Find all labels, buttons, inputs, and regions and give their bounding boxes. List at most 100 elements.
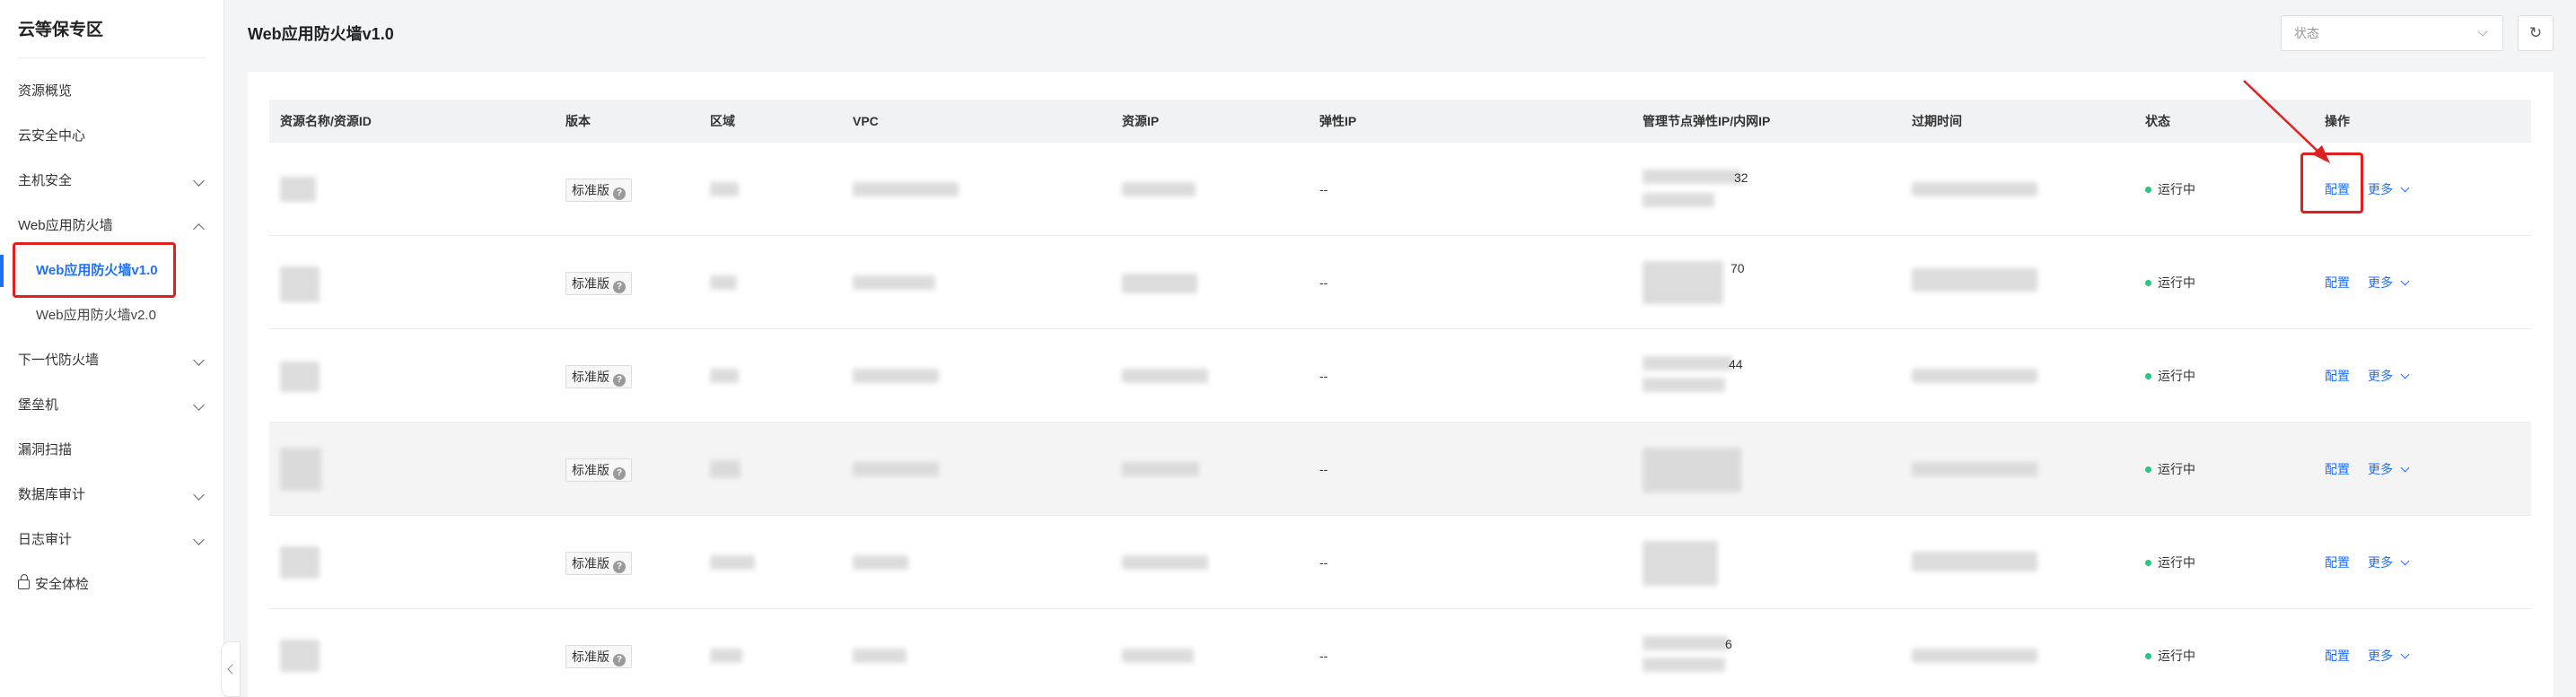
sidebar-item-label: 主机安全 bbox=[18, 173, 73, 188]
sidebar-item-log-audit[interactable]: 日志审计 bbox=[0, 518, 224, 562]
chevron-down-icon bbox=[2400, 556, 2410, 566]
redacted-resource-ip bbox=[1122, 649, 1194, 663]
refresh-button[interactable]: ↻ bbox=[2518, 15, 2554, 51]
table-header: 资源名称/资源ID 版本 区域 VPC 资源IP 弹性IP 管理节点弹性IP/内… bbox=[269, 100, 2531, 143]
status-filter-placeholder: 状态 bbox=[2294, 26, 2319, 40]
sidebar-item-security-check[interactable]: 安全体检 bbox=[0, 562, 224, 607]
sidebar-item-label: 云安全中心 bbox=[18, 128, 86, 144]
sidebar-item-ngfw[interactable]: 下一代防火墙 bbox=[0, 338, 224, 383]
chevron-down-icon bbox=[193, 399, 205, 411]
configure-button[interactable]: 配置 bbox=[2325, 516, 2350, 609]
chevron-down-icon bbox=[2400, 463, 2410, 473]
sidebar-collapse-button[interactable] bbox=[221, 641, 241, 697]
version-badge: 标准版? bbox=[565, 365, 632, 388]
redacted-vpc bbox=[853, 275, 935, 290]
chevron-down-icon bbox=[193, 354, 205, 366]
sidebar-item-label: 资源概览 bbox=[18, 83, 73, 99]
sidebar-nav: 资源概览 云安全中心 主机安全 Web应用防火墙 Web应用防火墙v1.0 We… bbox=[0, 69, 224, 607]
column-header-resource: 资源名称/资源ID bbox=[280, 114, 372, 128]
mgmt-ip-fragment: 44 bbox=[1729, 357, 1743, 371]
chevron-down-icon bbox=[193, 489, 205, 501]
status-dot bbox=[2145, 187, 2151, 193]
sidebar-item-db-audit[interactable]: 数据库审计 bbox=[0, 473, 224, 518]
redacted-expire-time bbox=[1912, 552, 2037, 571]
column-header-status: 状态 bbox=[2145, 114, 2170, 128]
more-dropdown[interactable]: 更多 bbox=[2368, 236, 2410, 329]
status-filter-select[interactable]: 状态 bbox=[2281, 15, 2503, 51]
redacted-mgmt-ip bbox=[1643, 541, 1718, 586]
sidebar-item-waf-v2[interactable]: Web应用防火墙v2.0 bbox=[0, 293, 224, 338]
redacted-resource bbox=[280, 177, 316, 202]
sidebar-item-label: 堡垒机 bbox=[18, 397, 59, 413]
mgmt-ip-fragment: 6 bbox=[1725, 637, 1732, 651]
status-badge: 运行中 bbox=[2145, 329, 2195, 423]
configure-button[interactable]: 配置 bbox=[2325, 329, 2350, 423]
help-icon[interactable]: ? bbox=[613, 187, 626, 200]
column-header-vpc: VPC bbox=[853, 114, 879, 128]
redacted-vpc bbox=[853, 462, 939, 476]
version-badge: 标准版? bbox=[565, 645, 632, 668]
sidebar-item-host-security[interactable]: 主机安全 bbox=[0, 159, 224, 204]
status-dot bbox=[2145, 560, 2151, 566]
redacted-resource bbox=[280, 362, 320, 392]
sidebar-item-label: 漏洞扫描 bbox=[18, 442, 73, 457]
redacted-resource bbox=[280, 266, 320, 302]
lock-icon bbox=[18, 574, 30, 589]
redacted-resource bbox=[280, 640, 320, 672]
column-header-version: 版本 bbox=[565, 114, 591, 128]
chevron-down-icon bbox=[2477, 26, 2488, 37]
chevron-down-icon bbox=[2400, 649, 2410, 659]
configure-button[interactable]: 配置 bbox=[2325, 423, 2350, 516]
redacted-vpc bbox=[853, 369, 939, 383]
status-badge: 运行中 bbox=[2145, 516, 2195, 609]
chevron-up-icon bbox=[193, 223, 205, 235]
sidebar-item-cloud-security-center[interactable]: 云安全中心 bbox=[0, 114, 224, 159]
chevron-down-icon bbox=[2400, 276, 2410, 286]
help-icon[interactable]: ? bbox=[613, 654, 626, 667]
redacted-region bbox=[710, 182, 739, 196]
sidebar-item-vuln-scan[interactable]: 漏洞扫描 bbox=[0, 428, 224, 473]
version-badge: 标准版? bbox=[565, 458, 632, 482]
eip-value: -- bbox=[1319, 649, 1328, 663]
help-icon[interactable]: ? bbox=[613, 467, 626, 480]
annotation-arrow-icon bbox=[2243, 80, 2330, 163]
redacted-mgmt-ip bbox=[1643, 170, 1741, 184]
help-icon[interactable]: ? bbox=[613, 374, 626, 387]
more-dropdown[interactable]: 更多 bbox=[2368, 143, 2410, 236]
redacted-vpc bbox=[853, 649, 907, 663]
more-dropdown[interactable]: 更多 bbox=[2368, 423, 2410, 516]
version-badge: 标准版? bbox=[565, 272, 632, 295]
column-header-mgmt-ip: 管理节点弹性IP/内网IP bbox=[1643, 114, 1771, 128]
configure-button[interactable]: 配置 bbox=[2325, 609, 2350, 697]
sidebar-item-resource-overview[interactable]: 资源概览 bbox=[0, 69, 224, 114]
sidebar-item-label: Web应用防火墙v2.0 bbox=[36, 308, 156, 323]
help-icon[interactable]: ? bbox=[613, 281, 626, 293]
redacted-internal-ip bbox=[1643, 658, 1725, 672]
brand-divider bbox=[18, 57, 206, 58]
redacted-resource-ip bbox=[1122, 555, 1208, 570]
help-icon[interactable]: ? bbox=[613, 561, 626, 573]
sidebar-item-bastion[interactable]: 堡垒机 bbox=[0, 383, 224, 428]
more-dropdown[interactable]: 更多 bbox=[2368, 516, 2410, 609]
redacted-region bbox=[710, 275, 737, 290]
more-dropdown[interactable]: 更多 bbox=[2368, 329, 2410, 423]
eip-value: -- bbox=[1319, 369, 1328, 383]
redacted-resource-ip bbox=[1122, 462, 1199, 476]
redacted-expire-time bbox=[1912, 649, 2037, 663]
sidebar-item-label: 日志审计 bbox=[18, 532, 73, 547]
configure-button[interactable]: 配置 bbox=[2325, 236, 2350, 329]
column-header-resource-ip: 资源IP bbox=[1122, 114, 1160, 128]
redacted-resource bbox=[280, 546, 320, 579]
version-badge: 标准版? bbox=[565, 179, 632, 202]
status-dot bbox=[2145, 653, 2151, 659]
mgmt-ip-fragment: 70 bbox=[1730, 261, 1745, 275]
redacted-mgmt-ip bbox=[1643, 636, 1729, 650]
brand-title: 云等保专区 bbox=[18, 21, 104, 39]
redacted-expire-time bbox=[1912, 268, 2037, 292]
status-badge: 运行中 bbox=[2145, 609, 2195, 697]
chevron-down-icon bbox=[2400, 370, 2410, 379]
more-dropdown[interactable]: 更多 bbox=[2368, 609, 2410, 697]
table-row: 标准版? -- 运行中 配置 更多 bbox=[269, 516, 2531, 609]
chevron-down-icon bbox=[193, 534, 205, 545]
chevron-down-icon bbox=[2400, 183, 2410, 193]
